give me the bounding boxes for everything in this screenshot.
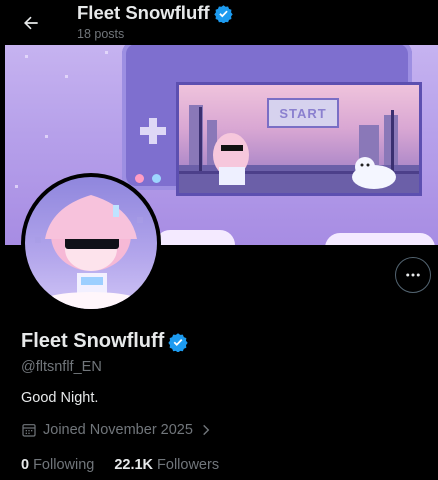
- more-options-button[interactable]: [395, 257, 431, 293]
- following-count: 0: [21, 457, 30, 473]
- back-arrow-icon: [24, 16, 38, 30]
- calendar-icon: [22, 424, 36, 437]
- profile-name-text: Fleet Snowfluff: [21, 330, 165, 352]
- dpad-icon-horizontal: [140, 127, 166, 135]
- console-button-blue: [152, 174, 161, 183]
- profile-bio: Good Night.: [21, 390, 99, 406]
- follow-stats: 0 Following 22.1K Followers: [21, 457, 219, 473]
- joined-text: Joined November 2025: [43, 422, 193, 438]
- top-bar: Fleet Snowfluff 18 posts: [0, 0, 438, 45]
- joined-date[interactable]: Joined November 2025: [21, 422, 213, 438]
- followers-link[interactable]: 22.1K Followers: [114, 457, 219, 473]
- cloud-decor: [155, 230, 235, 245]
- profile-handle: @fltsnflf_EN: [21, 359, 102, 375]
- followers-label: Followers: [157, 457, 220, 473]
- following-link[interactable]: 0 Following: [21, 457, 94, 473]
- more-options-icon: [406, 273, 420, 277]
- verified-badge-icon: [213, 4, 233, 23]
- header-title-text: Fleet Snowfluff: [77, 2, 210, 23]
- back-button[interactable]: [14, 6, 48, 40]
- chevron-right-icon: [203, 424, 210, 436]
- header-title: Fleet Snowfluff: [77, 2, 233, 24]
- following-label: Following: [33, 457, 95, 473]
- followers-count: 22.1K: [114, 457, 154, 473]
- profile-name: Fleet Snowfluff: [21, 330, 188, 353]
- avatar-character: [35, 195, 143, 309]
- verified-badge-icon[interactable]: [168, 332, 188, 352]
- post-count: 18 posts: [77, 27, 125, 41]
- cloud-decor-right: [325, 233, 435, 245]
- console-button-pink: [135, 174, 144, 183]
- profile-avatar[interactable]: [21, 173, 161, 313]
- start-label: START: [267, 98, 339, 128]
